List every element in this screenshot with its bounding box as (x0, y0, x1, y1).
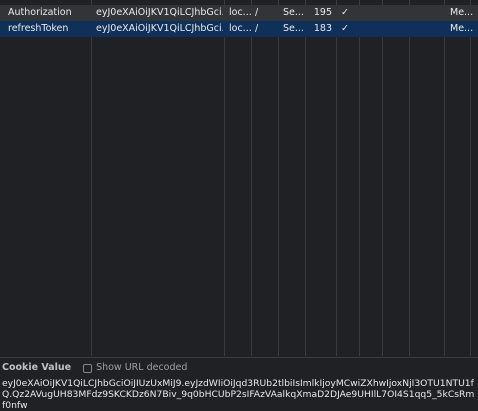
table-row[interactable]: refreshToken eyJ0eXAiOiJKV1QiLCJhbGci...… (0, 21, 478, 37)
cookie-expires: Se... (283, 23, 304, 34)
cookies-table: Authorization eyJ0eXAiOiJKV1QiLCJhbGci..… (0, 0, 478, 356)
column-divider[interactable] (409, 0, 410, 356)
cookie-path: / (255, 23, 259, 34)
table-row[interactable]: Authorization eyJ0eXAiOiJKV1QiLCJhbGci..… (0, 5, 478, 21)
column-divider[interactable] (359, 0, 360, 356)
column-divider[interactable] (224, 0, 225, 356)
cookie-size: 195 (313, 7, 332, 18)
cookie-value: eyJ0eXAiOiJKV1QiLCJhbGci... (96, 7, 223, 18)
cookie-value-text[interactable]: eyJ0eXAiOiJKV1QiLCJhbGciOiJIUzUxMiJ9.eyJ… (2, 378, 476, 411)
cookie-partition: Me... (450, 23, 474, 34)
cookie-partition: Me... (450, 7, 474, 18)
cookie-httponly-check-icon: ✓ (341, 23, 349, 34)
column-divider[interactable] (470, 0, 471, 356)
column-divider[interactable] (91, 0, 92, 356)
column-divider[interactable] (336, 0, 337, 356)
column-divider[interactable] (305, 0, 306, 356)
cookie-domain: loc... (229, 7, 251, 18)
cookie-name: refreshToken (8, 23, 69, 34)
cookie-value: eyJ0eXAiOiJKV1QiLCJhbGci... (96, 23, 223, 34)
cookie-expires: Se... (283, 7, 304, 18)
show-url-decoded-label[interactable]: Show URL decoded (96, 361, 187, 375)
cookie-value-panel: Cookie Value Show URL decoded eyJ0eXAiOi… (0, 357, 478, 411)
cookie-size: 183 (313, 23, 332, 34)
column-divider[interactable] (444, 0, 445, 356)
cookie-value-header: Cookie Value Show URL decoded (2, 361, 187, 375)
column-divider[interactable] (382, 0, 383, 356)
show-url-decoded-checkbox[interactable] (83, 363, 93, 373)
column-divider[interactable] (278, 0, 279, 356)
cookie-path: / (255, 7, 259, 18)
cookie-httponly-check-icon: ✓ (341, 7, 349, 18)
cookie-domain: loc... (229, 23, 251, 34)
column-divider[interactable] (251, 0, 252, 356)
cookie-name: Authorization (8, 7, 72, 18)
cookie-value-title: Cookie Value (2, 362, 72, 373)
